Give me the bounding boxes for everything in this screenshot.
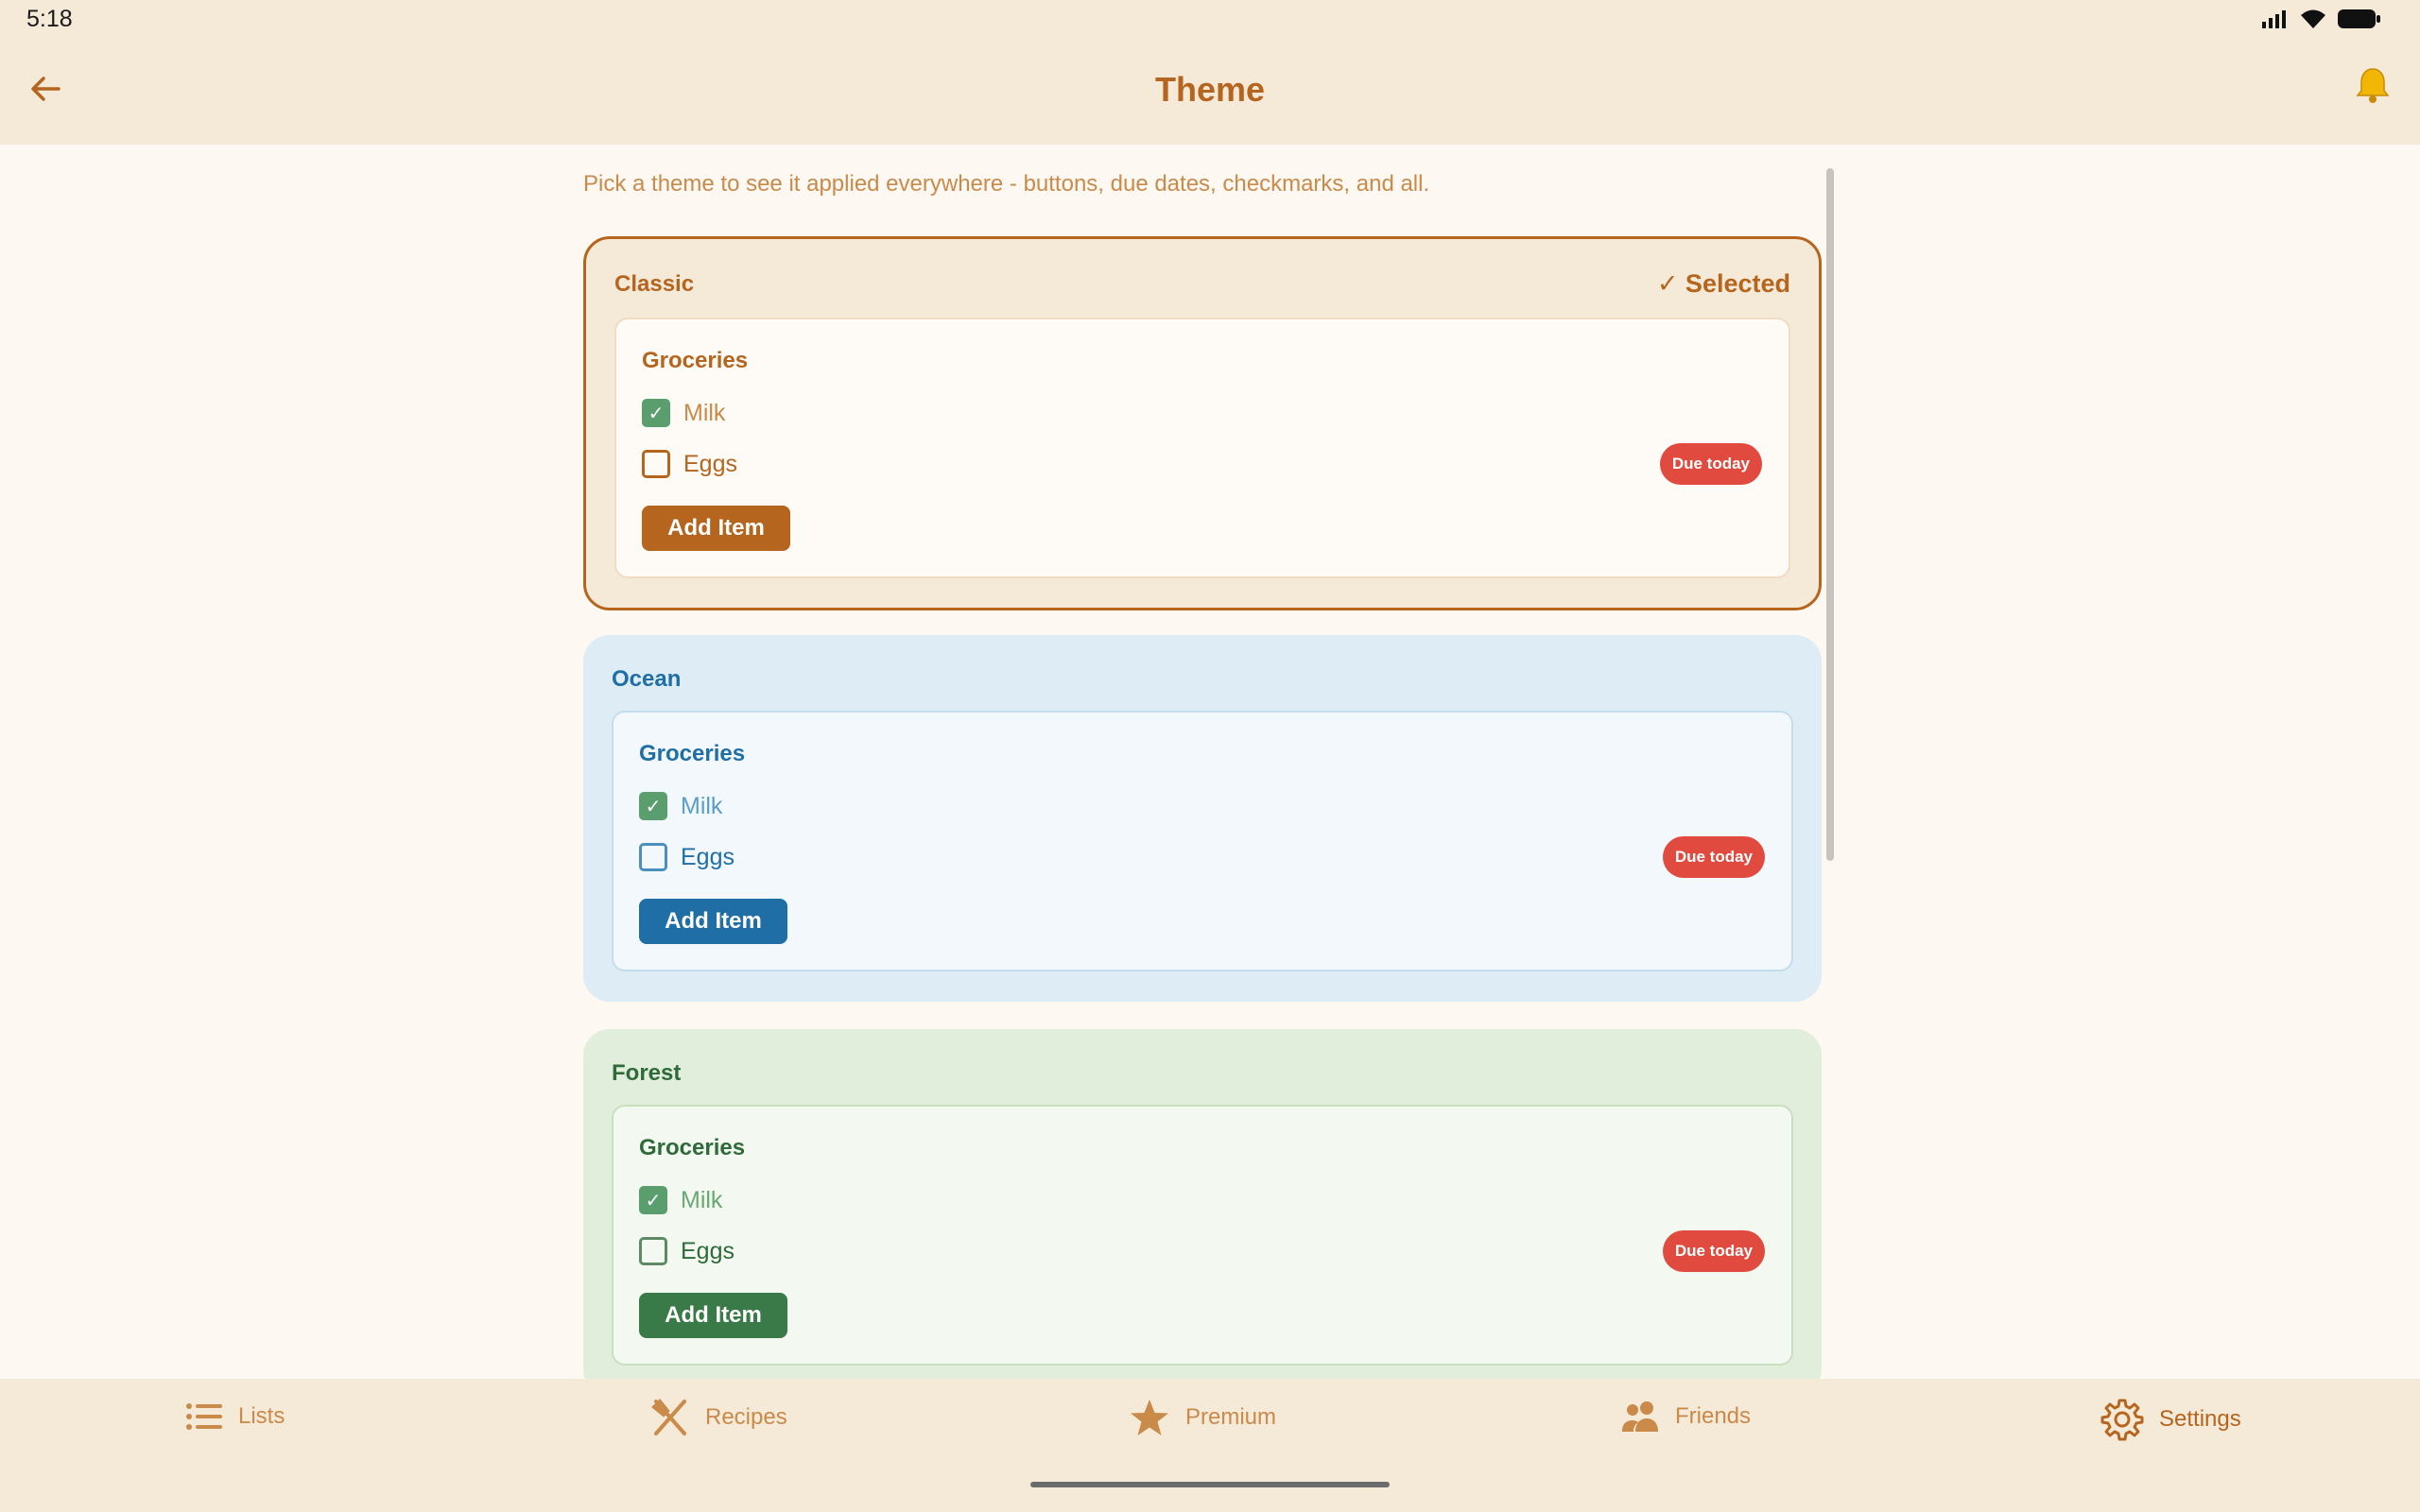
add-item-button: Add Item — [642, 506, 790, 551]
nav-label: Friends — [1675, 1403, 1752, 1429]
item-label: Eggs — [681, 843, 735, 870]
nav-item-friends[interactable]: Friends — [1620, 1400, 1751, 1434]
list-item: Eggs Due today — [639, 836, 1765, 878]
list-item: ✓ Milk — [639, 1184, 1765, 1216]
add-item-button: Add Item — [639, 1293, 787, 1338]
nav-item-premium[interactable]: Premium — [1129, 1398, 1276, 1437]
add-item-button: Add Item — [639, 899, 787, 944]
list-icon — [186, 1403, 222, 1430]
gear-icon — [2100, 1399, 2144, 1441]
theme-card-classic[interactable]: Classic ✓ Selected Groceries ✓ Milk Eggs… — [583, 236, 1822, 610]
item-label: Eggs — [683, 450, 737, 477]
theme-name: Classic — [614, 271, 695, 297]
scrollbar[interactable] — [1826, 168, 1834, 861]
due-badge: Due today — [1659, 443, 1762, 485]
page-title: Theme — [1154, 70, 1266, 109]
theme-preview: Groceries ✓ Milk Eggs Due today Add Item — [614, 318, 1790, 578]
nav-item-settings[interactable]: Settings — [2100, 1398, 2241, 1441]
top-app-bar: 5:18 Theme — [0, 0, 2420, 145]
nav-label: Premium — [1185, 1404, 1277, 1430]
list-item: Eggs Due today — [642, 443, 1762, 485]
checkbox-unchecked-icon — [642, 450, 670, 478]
preview-list-title: Groceries — [639, 741, 746, 766]
due-badge: Due today — [1662, 1230, 1765, 1272]
checkbox-unchecked-icon — [639, 843, 667, 871]
nav-label: Lists — [238, 1403, 285, 1429]
notification-bell-icon[interactable] — [2352, 64, 2394, 106]
item-label: Milk — [681, 792, 723, 819]
status-time: 5:18 — [26, 6, 73, 32]
nav-item-recipes[interactable]: Recipes — [650, 1398, 787, 1437]
wifi-icon — [2301, 9, 2325, 28]
theme-preview: Groceries ✓ Milk Eggs Due today Add Item — [612, 711, 1793, 971]
checkbox-checked-icon: ✓ — [639, 1186, 667, 1214]
nav-item-lists[interactable]: Lists — [185, 1401, 285, 1432]
due-badge: Due today — [1662, 836, 1765, 878]
theme-card-forest[interactable]: Forest Groceries ✓ Milk Eggs Due today A… — [583, 1029, 1822, 1379]
preview-list-title: Groceries — [639, 1135, 746, 1160]
list-item: Eggs Due today — [639, 1230, 1765, 1272]
home-indicator — [1030, 1482, 1390, 1487]
item-label: Milk — [683, 399, 726, 426]
item-label: Milk — [681, 1186, 723, 1213]
star-icon — [1131, 1400, 1168, 1435]
theme-list[interactable]: Pick a theme to see it applied everywher… — [583, 145, 1822, 1379]
nav-label: Settings — [2159, 1406, 2241, 1432]
nav-label: Recipes — [705, 1404, 787, 1430]
list-item: ✓ Milk — [642, 397, 1762, 429]
checkbox-checked-icon: ✓ — [639, 792, 667, 820]
checkbox-checked-icon: ✓ — [642, 399, 670, 427]
selected-indicator: ✓ Selected — [1656, 269, 1790, 298]
friends-icon — [1622, 1401, 1658, 1432]
bottom-navigation: Lists Recipes Premium Friends Settings — [0, 1379, 2420, 1512]
fork-knife-icon — [651, 1399, 686, 1435]
intro-text: Pick a theme to see it applied everywher… — [583, 171, 1430, 197]
theme-name: Ocean — [612, 666, 682, 692]
item-label: Eggs — [681, 1237, 735, 1264]
signal-icon — [2262, 10, 2286, 28]
theme-card-ocean[interactable]: Ocean Groceries ✓ Milk Eggs Due today Ad… — [583, 635, 1822, 1002]
status-icons — [2261, 8, 2382, 30]
theme-preview: Groceries ✓ Milk Eggs Due today Add Item — [612, 1105, 1793, 1366]
checkbox-unchecked-icon — [639, 1237, 667, 1265]
preview-list-title: Groceries — [642, 348, 749, 373]
theme-name: Forest — [612, 1060, 682, 1086]
battery-icon — [2338, 9, 2380, 28]
list-item: ✓ Milk — [639, 790, 1765, 822]
